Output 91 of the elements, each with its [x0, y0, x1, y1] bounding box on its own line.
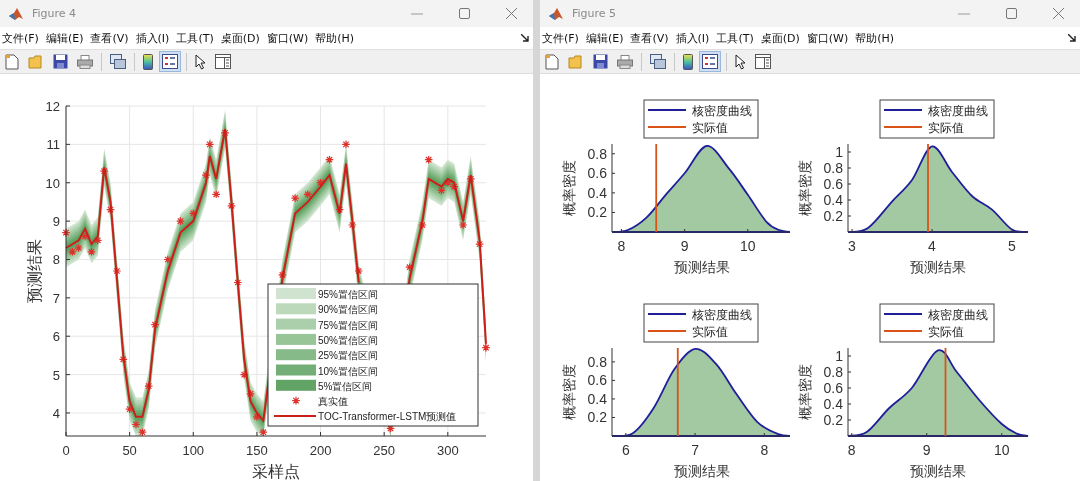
menu-item[interactable]: 编辑(E)	[43, 30, 89, 46]
legend-label: 核密度曲线	[928, 308, 988, 322]
y-axis-label: 概率密度	[562, 364, 577, 420]
tick-label: 5	[52, 367, 60, 383]
tick-label: 0	[62, 443, 70, 458]
legend-label: 10%置信区间	[318, 365, 378, 377]
tick-label: 50	[122, 443, 137, 458]
tick-label: 7	[691, 442, 699, 458]
legend-label: TOC-Transformer-LSTM预测值	[318, 411, 457, 423]
tick-label: 9	[52, 214, 60, 230]
tick-label: 3	[848, 238, 856, 254]
tick-label: 1	[835, 144, 843, 160]
tick-label: 0.8	[587, 353, 607, 370]
menu-item[interactable]: 查看(V)	[88, 30, 134, 46]
legend-label: 核密度曲线	[928, 104, 988, 118]
tick-label: 4	[52, 406, 60, 421]
tick-label: 10	[740, 238, 756, 254]
tick-label: 8	[617, 238, 626, 254]
window-title: Figure 4	[32, 7, 77, 20]
tick-label: 250	[373, 443, 396, 458]
tick-label: 0.4	[587, 390, 607, 407]
tick-label: 11	[46, 137, 60, 153]
tick-label: 0.4	[823, 396, 843, 412]
menu-item[interactable]: 窗口(W)	[804, 30, 854, 46]
y-axis-label: 概率密度	[798, 160, 813, 216]
y-axis-label: 概率密度	[798, 364, 813, 420]
tick-label: 0.8	[587, 145, 607, 162]
tick-label: 12	[45, 99, 60, 114]
menu-item[interactable]: 插入(I)	[133, 30, 175, 46]
tick-label: 8	[52, 252, 60, 268]
legend-label: 核密度曲线	[692, 308, 752, 322]
menu-item[interactable]: 桌面(D)	[218, 30, 265, 46]
tick-label: 300	[436, 443, 459, 458]
tick-label: 0.2	[587, 409, 607, 426]
x-axis-label: 预测结果	[910, 464, 966, 479]
tick-label: 100	[182, 443, 205, 458]
tick-label: 0.6	[823, 176, 843, 192]
legend-label: 实际值	[928, 325, 964, 339]
menu-item[interactable]: 文件(F)	[0, 30, 44, 46]
tick-label: 7	[52, 290, 60, 306]
x-axis-label: 预测结果	[910, 260, 966, 275]
legend-label: 25%置信区间	[318, 350, 378, 362]
legend-label: 实际值	[928, 121, 964, 135]
menu-item[interactable]: 窗口(W)	[264, 30, 314, 46]
tick-label: 0.6	[823, 380, 843, 396]
tick-label: 0.8	[823, 364, 843, 380]
tick-label: 6	[52, 329, 60, 345]
x-axis-label: 采样点	[252, 463, 300, 480]
legend-label: 90%置信区间	[318, 304, 378, 316]
x-axis-label: 预测结果	[674, 464, 730, 479]
tick-label: 0.2	[823, 208, 843, 224]
menu-item[interactable]: 编辑(E)	[583, 30, 629, 46]
tick-label: 8	[847, 442, 856, 458]
tick-label: 8	[760, 442, 769, 458]
menu-item[interactable]: 帮助(H)	[313, 30, 360, 46]
legend-label: 95%置信区间	[318, 289, 378, 300]
tick-label: 10	[993, 442, 1010, 458]
menu-item[interactable]: 工具(T)	[714, 30, 759, 46]
menu-item[interactable]: 插入(I)	[673, 30, 715, 46]
tick-label: 6	[621, 442, 630, 458]
tick-label: 0.4	[823, 192, 843, 208]
tick-label: 1	[835, 348, 843, 364]
legend-label: 真实值	[318, 396, 348, 408]
tick-label: 0.6	[587, 372, 607, 389]
window-title: Figure 5	[572, 7, 617, 20]
legend-label: 核密度曲线	[692, 104, 752, 118]
tick-label: 10	[45, 175, 60, 191]
tick-label: 0.8	[823, 160, 843, 176]
tick-label: 9	[680, 238, 689, 254]
tick-label: 0.4	[587, 184, 607, 201]
legend-label: 50%置信区间	[318, 334, 378, 346]
tick-label: 0.2	[823, 412, 843, 428]
tick-label: 9	[922, 442, 931, 458]
x-axis-label: 预测结果	[674, 260, 730, 275]
tick-label: 4	[928, 238, 936, 254]
tick-label: 0.6	[587, 165, 607, 182]
y-axis-label: 概率密度	[562, 160, 577, 216]
menu-item[interactable]: 查看(V)	[628, 30, 674, 46]
menu-item[interactable]: 帮助(H)	[853, 30, 900, 46]
tick-label: 5	[1008, 238, 1016, 254]
menu-item[interactable]: 文件(F)	[540, 30, 584, 46]
tick-label: 0.2	[587, 204, 607, 221]
y-axis-label: 预测结果	[26, 239, 43, 303]
legend-label: 75%置信区间	[318, 319, 378, 331]
legend-label: 5%置信区间	[318, 380, 373, 392]
menu-item[interactable]: 工具(T)	[174, 30, 219, 46]
tick-label: 200	[309, 443, 332, 458]
tick-label: 150	[246, 443, 268, 458]
legend-label: 实际值	[692, 121, 728, 135]
menu-item[interactable]: 桌面(D)	[758, 30, 805, 46]
legend-label: 实际值	[692, 325, 728, 339]
